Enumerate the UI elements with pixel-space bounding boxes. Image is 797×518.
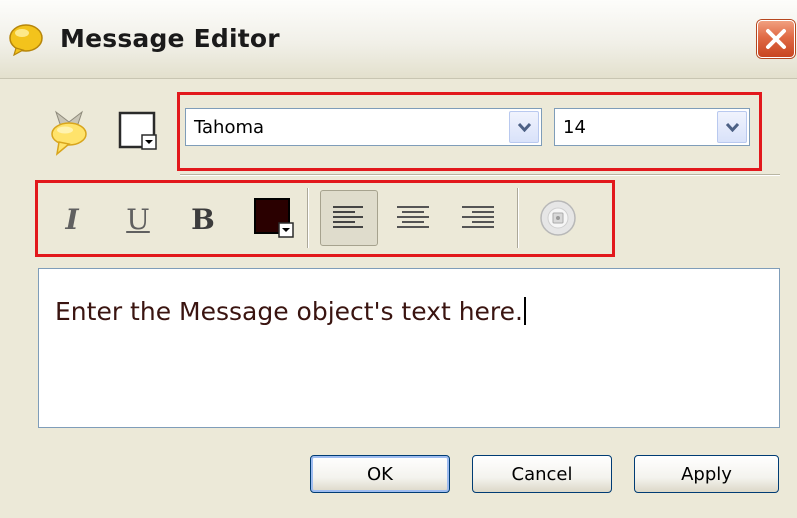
- apply-button[interactable]: Apply: [634, 455, 779, 493]
- cancel-button[interactable]: Cancel: [472, 455, 612, 493]
- toolbar-divider: [180, 174, 780, 176]
- message-text: Enter the Message object's text here.: [55, 297, 526, 326]
- title-bar: Message Editor: [0, 0, 797, 79]
- font-settings-highlight: [177, 92, 762, 171]
- message-editor-app-icon: [9, 24, 43, 56]
- window-title: Message Editor: [60, 24, 280, 53]
- message-editor-dialog: Message Editor Tahoma 14 I U B Enter the…: [0, 0, 797, 518]
- message-text-area[interactable]: Enter the Message object's text here.: [38, 268, 780, 428]
- text-caret: [524, 297, 526, 325]
- message-text-content: Enter the Message object's text here.: [55, 297, 523, 326]
- format-toolbar-highlight: [35, 180, 615, 257]
- speech-bubble-icon[interactable]: [50, 110, 88, 158]
- close-icon: [766, 29, 786, 49]
- close-button[interactable]: [757, 20, 795, 58]
- fill-color-button[interactable]: [118, 111, 158, 151]
- ok-button[interactable]: OK: [310, 455, 450, 493]
